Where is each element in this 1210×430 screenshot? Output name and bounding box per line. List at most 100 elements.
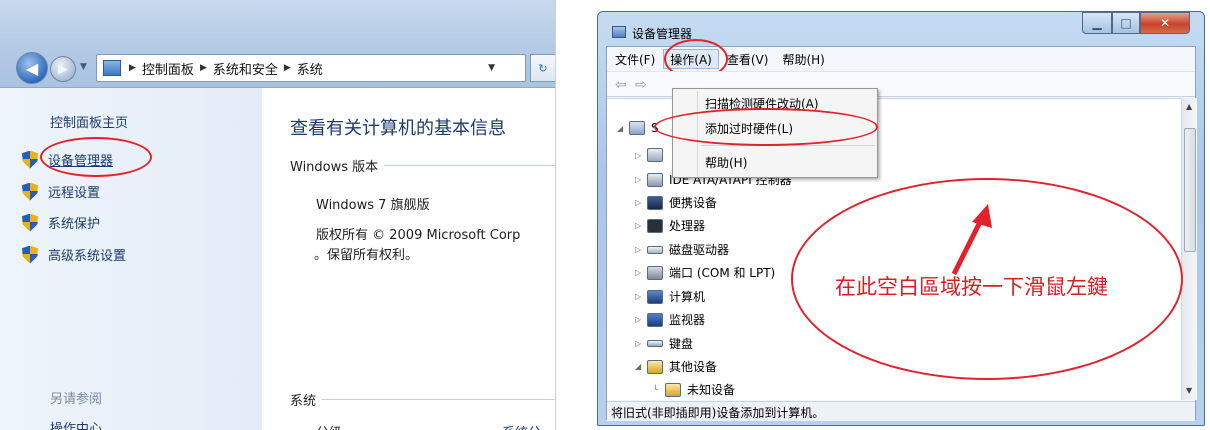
menu-help[interactable]: 帮助(H) [776,51,830,68]
scroll-thumb[interactable] [1184,128,1196,252]
collapse-triangle-icon[interactable]: ◢ [617,124,629,133]
address-dropdown-icon[interactable]: ▼ [488,63,495,73]
see-also-heading: 另请参阅 [50,392,103,407]
section-header-label: Windows 版本 [290,160,379,175]
refresh-icon: ↻ [538,61,548,75]
menu-item-help[interactable]: 帮助(H) [705,154,747,171]
port-icon [647,265,663,280]
tree-connector: └ [653,385,658,394]
tree-item-partial[interactable]: ▷ [635,148,669,162]
expand-triangle-icon[interactable]: ▷ [635,339,647,348]
uac-shield-icon [22,183,38,201]
vertical-scrollbar[interactable]: ▲ ▼ [1181,98,1197,400]
unknown-device-icon [665,382,681,397]
tree-item-label: 磁盘驱动器 [669,243,730,257]
computer-root-icon [629,121,645,135]
breadcrumb-control-panel[interactable]: 控制面板 [142,59,194,78]
windows-edition-section-header: Windows 版本 [290,156,555,175]
expand-triangle-icon[interactable]: ▷ [635,151,647,160]
system-info-panel: 查看有关计算机的基本信息 Windows 版本 Windows 7 旗舰版 版权… [262,88,555,430]
forward-button[interactable]: ▶ [50,56,76,82]
uac-shield-icon [22,246,38,264]
device-manager-app-icon [612,26,626,38]
menu-view[interactable]: 查看(V) [721,51,775,68]
close-button[interactable]: ✕ [1140,12,1190,34]
minimize-icon: ▁ [1092,16,1102,30]
breadcrumb-system[interactable]: 系统 [297,59,323,78]
breadcrumb-separator-icon[interactable]: ▶ [129,63,136,73]
tree-item-label: 端口 (COM 和 LPT) [669,266,776,280]
expand-triangle-icon[interactable]: ▷ [635,175,647,184]
breadcrumb-separator-icon[interactable]: ▶ [284,63,291,73]
other-devices-icon [647,359,663,374]
tree-item[interactable]: ▷ 端口 (COM 和 LPT) [635,264,775,281]
expand-triangle-icon[interactable]: ▷ [635,268,647,277]
tree-item-label: 计算机 [669,290,706,304]
sidebar-item-label: 远程设置 [48,186,101,201]
sidebar-item-label: 系统保护 [48,217,101,232]
tree-item[interactable]: ◢ 其他设备 [635,358,717,375]
tree-item[interactable]: ▷ 处理器 [635,217,705,234]
rating-link[interactable]: 系统分 [502,422,541,430]
rating-label: 分级: [316,422,346,430]
expand-triangle-icon[interactable]: ▷ [635,245,647,254]
page-title: 查看有关计算机的基本信息 [290,118,506,139]
task-sidebar: 控制面板主页 设备管理器 远程设置 系统保护 高级系统设置 另请参阅 操作中心 [0,88,262,430]
expand-triangle-icon[interactable]: ▷ [635,198,647,207]
ide-controller-icon [647,172,663,187]
recent-pages-dropdown-icon[interactable]: ▼ [80,62,90,74]
breadcrumb-separator-icon[interactable]: ▶ [200,63,207,73]
scroll-up-arrow-icon[interactable]: ▲ [1186,102,1192,111]
action-center-link[interactable]: 操作中心 [50,418,102,430]
expand-triangle-icon[interactable]: ▷ [635,221,647,230]
back-arrow-icon: ◀ [25,58,39,78]
sidebar-item-advanced-settings[interactable]: 高级系统设置 [22,245,126,264]
tree-item[interactable]: ▷ 监视器 [635,311,705,328]
minimize-button[interactable]: ▁ [1082,12,1112,34]
section-divider [322,399,555,400]
refresh-button[interactable]: ↻ [530,54,555,82]
tree-root[interactable]: ◢ S [617,121,659,135]
processor-icon [647,218,663,233]
control-panel-icon [103,60,121,76]
forward-arrow-icon: ▶ [58,61,68,77]
section-divider [384,165,555,166]
computer-icon [647,289,663,304]
device-manager-highlight-circle [40,137,152,177]
tree-item[interactable]: ▷ 键盘 [635,335,693,352]
menu-bar: 文件(F) 操作(A) 查看(V) 帮助(H) [607,39,1195,79]
tree-item[interactable]: ▷ 计算机 [635,288,705,305]
expand-triangle-icon[interactable]: ▷ [635,315,647,324]
address-bar[interactable]: ▶ 控制面板 ▶ 系统和安全 ▶ 系统 ▼ [96,54,526,82]
control-panel-home-link[interactable]: 控制面板主页 [50,112,128,131]
tree-item[interactable]: └ 未知设备 [653,381,735,398]
sidebar-item-label: 高级系统设置 [48,249,127,264]
tree-item-label: 键盘 [669,337,694,351]
expand-triangle-icon[interactable]: ▷ [635,292,647,301]
tree-item-label: 其他设备 [669,360,718,374]
tree-item[interactable]: ▷ 便携设备 [635,194,717,211]
sidebar-item-system-protection[interactable]: 系统保护 [22,213,100,232]
scroll-down-arrow-icon[interactable]: ▼ [1186,386,1192,395]
back-arrow-icon[interactable]: ⇦ [615,77,627,93]
section-header-label: 系统 [290,394,317,409]
monitor-icon [647,312,663,327]
back-button[interactable]: ◀ [16,52,48,84]
maximize-button[interactable]: □ [1112,12,1140,34]
sidebar-item-remote-settings[interactable]: 远程设置 [22,182,100,201]
copyright-text: 版权所有 © 2009 Microsoft Corp [316,228,521,243]
annotation-instruction-text: 在此空白區域按一下滑鼠左鍵 [835,275,1108,299]
menu-file[interactable]: 文件(F) [609,51,661,68]
breadcrumb-system-security[interactable]: 系统和安全 [213,59,278,78]
tree-item-label: 便携设备 [669,196,718,210]
address-toolbar: ◀ ▶ ▼ ▶ 控制面板 ▶ 系统和安全 ▶ 系统 ▼ ↻ [0,0,555,88]
close-icon: ✕ [1159,16,1171,30]
tree-item[interactable]: ▷ 磁盘驱动器 [635,241,729,258]
control-panel-window: ◀ ▶ ▼ ▶ 控制面板 ▶ 系统和安全 ▶ 系统 ▼ ↻ 控制面板主页 设备管… [0,0,556,430]
add-legacy-hardware-highlight-circle [654,108,878,146]
copyright-text-continued: 。保留所有权利。 [314,248,419,263]
forward-arrow-icon[interactable]: ⇨ [635,77,647,93]
collapse-triangle-icon[interactable]: ◢ [635,362,647,371]
maximize-icon: □ [1120,16,1132,30]
portable-device-icon [647,195,663,210]
